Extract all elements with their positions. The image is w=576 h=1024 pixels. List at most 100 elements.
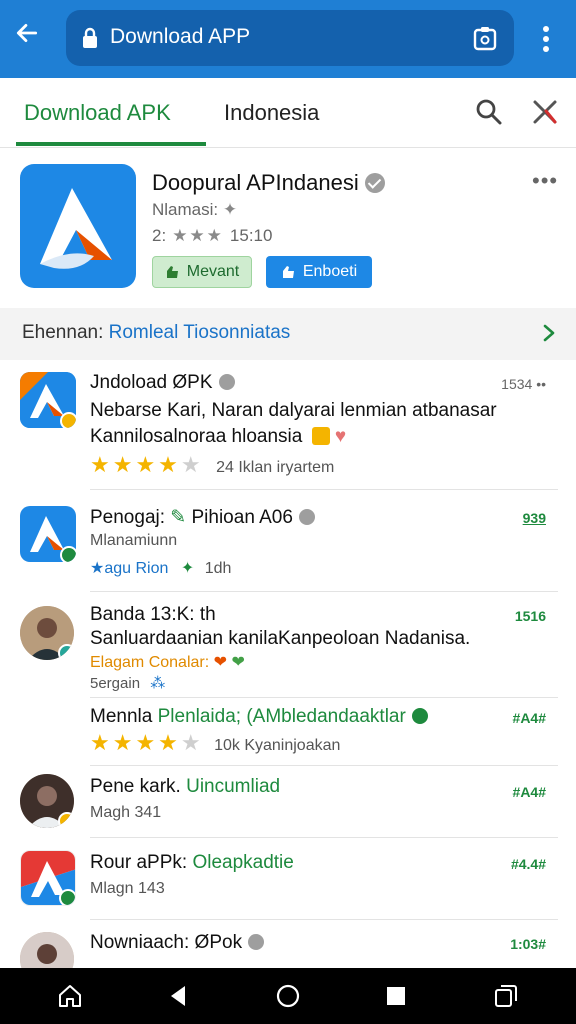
- item-subtitle-text: 5ergain: [90, 675, 141, 692]
- app-title-text: Doopural APIndanesi: [152, 170, 359, 195]
- share-icon: ⁂: [150, 675, 166, 692]
- pin-icon: ✦: [222, 200, 238, 219]
- item-title: Rour aPPk: Oleapkadtie: [90, 852, 294, 874]
- item-title: Mennla Plenlaida; (AMbledandaaktlar: [90, 706, 428, 728]
- orange-leaf-icon: ❤: [213, 654, 228, 671]
- item-meta: #A4#: [512, 710, 546, 726]
- clipboard-icon[interactable]: [472, 25, 498, 51]
- item-title: Penogaj: ✎ Pihioan A06: [90, 506, 315, 529]
- url-text: Download APP: [110, 25, 251, 48]
- verified-icon: [298, 509, 315, 525]
- secondary-action-label: Enboeti: [302, 263, 358, 280]
- overflow-menu-icon[interactable]: [534, 22, 558, 56]
- item-subtitle: Magh 341: [90, 804, 162, 821]
- section-link[interactable]: Romleal Tiosonniatas: [109, 322, 291, 343]
- back-button[interactable]: [14, 20, 54, 56]
- secondary-action-button[interactable]: Enboeti: [266, 256, 372, 288]
- tab-download-apk[interactable]: Download APK: [24, 100, 171, 126]
- item-title-accent: Oleapkadtie: [192, 852, 294, 873]
- more-options-icon[interactable]: •••: [532, 168, 558, 194]
- recents-button[interactable]: [380, 980, 412, 1012]
- item-description: Nebarse Kari, Naran dalyarai lenmian atb…: [90, 400, 497, 421]
- item-description-2-text: Kannilosalnoraa hloansia: [90, 426, 303, 447]
- back-nav-button[interactable]: [162, 980, 194, 1012]
- home-button[interactable]: [54, 980, 86, 1012]
- item-title-accent: Plenlaida; (AMbledandaaktlar: [157, 706, 406, 727]
- item-meta: 1534 ••: [501, 376, 546, 392]
- url-bar[interactable]: Download APP: [66, 10, 514, 66]
- section-label: Ehennan:: [22, 322, 104, 343]
- app-icon: [20, 506, 76, 562]
- item-meta: 1516: [514, 608, 546, 624]
- green-leaf-icon: ❤: [231, 654, 245, 671]
- primary-action-button[interactable]: Mevant: [152, 256, 252, 288]
- list-item[interactable]: Jndoload ØPK Nebarse Kari, Naran dalyara…: [0, 360, 576, 490]
- back-triangle-icon: [171, 986, 185, 1006]
- app-logo-icon: [20, 164, 136, 288]
- leaf-icon: ✎: [170, 507, 187, 528]
- app-switch-button[interactable]: [490, 980, 522, 1012]
- item-tag-teal: ★agu Rion: [90, 560, 169, 577]
- chevron-right-icon[interactable]: [540, 321, 558, 345]
- back-arrow-icon: [16, 24, 38, 42]
- item-title: Nowniaach: ØPok: [90, 932, 265, 954]
- verified-icon: [364, 173, 385, 193]
- badge-icon: [60, 412, 76, 428]
- section-header[interactable]: Ehennan: Romleal Tiosonniatas: [0, 308, 576, 360]
- item-title-accent: Uincumliad: [186, 776, 281, 797]
- list-item[interactable]: Banda 13:K: th Sanluardaanian kanilaKanp…: [0, 592, 576, 698]
- item-title-text: Penogaj:: [90, 507, 166, 528]
- item-meta: #4.4#: [510, 856, 546, 872]
- avatar: [20, 606, 74, 660]
- list-item[interactable]: Nowniaach: ØPok 1:03#: [0, 920, 576, 986]
- item-tag-time: 1dh: [204, 560, 232, 577]
- list-item[interactable]: Rour aPPk: Oleapkadtie Mlagn 143 #4.4#: [0, 838, 576, 920]
- list-item[interactable]: Mennla Plenlaida; (AMbledandaaktlar ★★★★…: [0, 698, 576, 766]
- item-title-text: Pene kark.: [90, 776, 181, 797]
- badge-icon: [60, 546, 76, 562]
- rating-stars: ★★★★★: [90, 452, 204, 477]
- app-subtitle-text: Nlamasi:: [152, 200, 219, 219]
- app-icon: [20, 372, 76, 428]
- pointer-icon: [282, 266, 294, 278]
- app-screen: Download APP Download APK Indonesia Doop…: [0, 0, 576, 1024]
- badge-icon: [58, 812, 74, 828]
- home-circle-button[interactable]: [272, 980, 304, 1012]
- item-title-text: Jndoload ØPK: [90, 372, 213, 393]
- item-description-2: Kannilosalnoraa hloansia ♥: [90, 426, 346, 448]
- badge-icon: [58, 644, 74, 660]
- list-item[interactable]: Pene kark. Uincumliad Magh 341 #A4#: [0, 766, 576, 838]
- item-tag-line: Elagam Conalar: ❤ ❤: [90, 652, 245, 672]
- item-subtitle: 5ergain ⁂: [90, 674, 165, 692]
- item-rating: ★★★★★ 10k Kyaninjoakan: [90, 730, 340, 756]
- home-icon: [59, 985, 81, 1007]
- item-subtitle: Mlanamiunn: [90, 532, 178, 549]
- item-description: Sanluardaanian kanilaKanpeoloan Nadanisa…: [90, 628, 471, 649]
- featured-app-card[interactable]: Doopural APIndanesi Nlamasi: ✦ 2: ★★★ 15:1…: [0, 148, 576, 308]
- item-title-text: Nowniaach: ØPok: [90, 932, 243, 953]
- heart-icon: ♥: [334, 426, 347, 447]
- item-meta: 1:03#: [510, 936, 546, 952]
- rating-stars: ★★★★★: [90, 730, 204, 755]
- item-title: Banda 13:K: th: [90, 604, 216, 625]
- gift-icon: [311, 427, 330, 445]
- tab-bar: Download APK Indonesia: [0, 78, 576, 148]
- rating-prefix: 2:: [152, 226, 167, 245]
- close-icon[interactable]: [532, 98, 558, 126]
- item-title-text: Rour aPPk:: [90, 852, 188, 873]
- search-icon[interactable]: [476, 98, 502, 126]
- hand-icon: [166, 266, 178, 278]
- badge-icon: [59, 889, 75, 905]
- item-rating: ★★★★★ 24 Iklan iryartem: [90, 452, 334, 478]
- item-subtitle: Mlagn 143: [90, 880, 165, 897]
- item-title: Pene kark. Uincumliad: [90, 776, 280, 798]
- lock-icon: [83, 27, 97, 48]
- verified-icon: [248, 934, 265, 950]
- item-meta: #A4#: [512, 784, 546, 800]
- section-title: Ehennan: Romleal Tiosonniatas: [22, 322, 290, 344]
- primary-action-label: Mevant: [186, 263, 240, 280]
- list-item[interactable]: Penogaj: ✎ Pihioan A06 Mlanamiunn ★agu R…: [0, 490, 576, 592]
- app-rating: 2: ★★★ 15:10: [152, 226, 272, 246]
- tab-indonesia[interactable]: Indonesia: [224, 100, 319, 126]
- system-nav-bar: [0, 968, 576, 1024]
